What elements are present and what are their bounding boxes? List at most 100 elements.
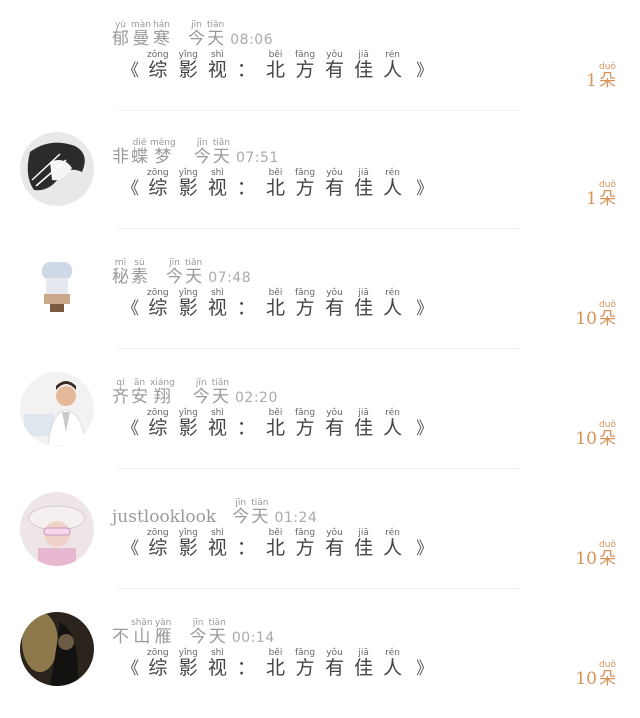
name-char: 不 xyxy=(112,627,129,647)
title-char: zōng 综 xyxy=(147,408,169,439)
title-char: ： xyxy=(236,537,256,559)
title-char: zōng 综 xyxy=(147,168,169,199)
title-char: yǒu 有 xyxy=(325,50,345,81)
title-char: shì 视 xyxy=(207,168,227,199)
title-char: fāng 方 xyxy=(294,408,316,439)
user-name[interactable]: mì 秘 sù 素 xyxy=(112,258,150,286)
title-open-bracket: 《 xyxy=(122,299,139,319)
work-title[interactable]: 《 zōng 综 yǐng 影 shì 视 ： běi 北 fāng 方 yǒu 有 jiā 佳 rén 人》 xyxy=(118,288,437,318)
flower-count: 1 duǒ 朵 xyxy=(586,180,618,208)
title-char: fāng 方 xyxy=(294,50,316,81)
count-unit: duǒ 朵 xyxy=(599,420,616,449)
time-text: 07:48 xyxy=(208,270,252,286)
title-char: běi 北 xyxy=(265,168,285,199)
timestamp: jīn 今 tiān 天 02:20 xyxy=(193,378,278,406)
title-char: jiā 佳 xyxy=(354,168,374,199)
title-open-bracket: 《 xyxy=(122,419,139,439)
title-char: běi 北 xyxy=(265,50,285,81)
count-unit: duǒ 朵 xyxy=(599,180,616,209)
time-prefix-char: jīn 今 xyxy=(166,258,183,287)
title-char: ： xyxy=(236,657,256,679)
title-close-bracket: 》 xyxy=(416,539,434,559)
title-char: zōng 综 xyxy=(147,528,169,559)
title-close-bracket: 》 xyxy=(416,179,434,199)
gift-row[interactable]: mì 秘 sù 素 jīn 今 tiān 天 07:48 《 zōng 综 yǐng 影 shì 视 ： běi 北… xyxy=(0,238,640,358)
title-char: yǐng 影 xyxy=(178,168,198,199)
title-char: zōng 综 xyxy=(147,288,169,319)
avatar[interactable] xyxy=(20,14,94,88)
title-char: ： xyxy=(236,59,256,81)
gift-row[interactable]: yù 郁 màn 曼 hán 寒 jīn 今 tiān 天 08:06 《 zōng 综 yǐng 影 shì 视… xyxy=(0,0,640,120)
title-char: yǒu 有 xyxy=(325,288,345,319)
count-unit: duǒ 朵 xyxy=(599,62,616,91)
work-title[interactable]: 《 zōng 综 yǐng 影 shì 视 ： běi 北 fāng 方 yǒu 有 jiā 佳 rén 人》 xyxy=(118,168,437,198)
count-unit: duǒ 朵 xyxy=(599,540,616,569)
title-char: rén 人 xyxy=(383,648,403,679)
title-char: zōng 综 xyxy=(147,648,169,679)
title-char: yǐng 影 xyxy=(178,648,198,679)
title-close-bracket: 》 xyxy=(416,299,434,319)
title-open-bracket: 《 xyxy=(122,61,139,81)
title-char: zōng 综 xyxy=(147,50,169,81)
name-char: mèng 梦 xyxy=(150,138,176,167)
timestamp: jīn 今 tiān 天 07:48 xyxy=(166,258,251,286)
user-name[interactable]: justlooklook xyxy=(112,508,216,526)
gift-row[interactable]: 不 shān 山 yàn 雁 jīn 今 tiān 天 00:14 《 zōng 综 yǐng 影 shì 视 ：… xyxy=(0,598,640,718)
title-char: shì 视 xyxy=(207,648,227,679)
time-prefix-char: jīn 今 xyxy=(188,20,205,49)
title-close-bracket: 》 xyxy=(416,659,434,679)
time-prefix-char: jīn 今 xyxy=(232,498,250,527)
avatar[interactable] xyxy=(20,612,94,686)
gift-row[interactable]: qí 齐 ān 安 xiáng 翔 jīn 今 tiān 天 02:20 《 zōng 综 yǐng 影 shì… xyxy=(0,358,640,478)
gift-row[interactable]: 非 dié 蝶 mèng 梦 jīn 今 tiān 天 07:51 《 zōng 综 yǐng 影 shì 视 ：… xyxy=(0,118,640,238)
title-char: běi 北 xyxy=(265,408,285,439)
avatar[interactable] xyxy=(20,492,94,566)
count-unit: duǒ 朵 xyxy=(599,660,616,689)
flower-count: 10 duǒ 朵 xyxy=(575,540,618,568)
time-text: 02:20 xyxy=(235,390,278,406)
title-char: ： xyxy=(236,177,256,199)
user-name[interactable]: 非 dié 蝶 mèng 梦 xyxy=(112,138,178,166)
name-char: sù 素 xyxy=(131,258,148,287)
user-line: justlooklook jīn 今 tiān 天 01:24 xyxy=(112,498,317,526)
name-char: shān 山 xyxy=(131,618,153,647)
title-char: shì 视 xyxy=(207,50,227,81)
title-char: běi 北 xyxy=(265,648,285,679)
work-title[interactable]: 《 zōng 综 yǐng 影 shì 视 ： běi 北 fāng 方 yǒu 有 jiā 佳 rén 人》 xyxy=(118,408,437,438)
work-title[interactable]: 《 zōng 综 yǐng 影 shì 视 ： běi 北 fāng 方 yǒu 有 jiā 佳 rén 人》 xyxy=(118,50,437,80)
title-close-bracket: 》 xyxy=(416,419,434,439)
time-prefix-char: tiān 天 xyxy=(208,618,226,647)
time-prefix-char: tiān 天 xyxy=(212,138,230,167)
time-prefix-char: tiān 天 xyxy=(211,378,230,407)
title-char: ： xyxy=(236,297,256,319)
flower-count: 10 duǒ 朵 xyxy=(575,300,618,328)
name-char: mì 秘 xyxy=(112,258,129,287)
name-char: 非 xyxy=(112,147,129,167)
user-name[interactable]: yù 郁 màn 曼 hán 寒 xyxy=(112,20,172,48)
timestamp: jīn 今 tiān 天 08:06 xyxy=(188,20,273,48)
title-char: jiā 佳 xyxy=(354,50,374,81)
timestamp: jīn 今 tiān 天 07:51 xyxy=(194,138,279,166)
user-name[interactable]: 不 shān 山 yàn 雁 xyxy=(112,618,174,646)
title-char: yǒu 有 xyxy=(325,408,345,439)
user-line: 不 shān 山 yàn 雁 jīn 今 tiān 天 00:14 xyxy=(112,618,275,646)
row-divider xyxy=(118,468,518,469)
name-char: yàn 雁 xyxy=(154,618,172,647)
time-prefix-char: tiān 天 xyxy=(251,498,269,527)
work-title[interactable]: 《 zōng 综 yǐng 影 shì 视 ： běi 北 fāng 方 yǒu 有 jiā 佳 rén 人》 xyxy=(118,528,437,558)
title-char: rén 人 xyxy=(383,408,403,439)
title-open-bracket: 《 xyxy=(122,539,139,559)
count-number: 10 xyxy=(575,669,597,689)
row-divider xyxy=(118,110,518,111)
title-char: jiā 佳 xyxy=(354,408,374,439)
work-title[interactable]: 《 zōng 综 yǐng 影 shì 视 ： běi 北 fāng 方 yǒu 有 jiā 佳 rén 人》 xyxy=(118,648,437,678)
user-name[interactable]: qí 齐 ān 安 xiáng 翔 xyxy=(112,378,177,406)
avatar[interactable] xyxy=(20,252,94,326)
flower-count: 1 duǒ 朵 xyxy=(586,62,618,90)
avatar[interactable] xyxy=(20,372,94,446)
gift-row[interactable]: justlooklook jīn 今 tiān 天 01:24 《 zōng 综 yǐng 影 shì… xyxy=(0,478,640,598)
time-prefix-char: jīn 今 xyxy=(189,618,207,647)
avatar[interactable] xyxy=(20,132,94,206)
count-number: 10 xyxy=(575,309,597,329)
title-char: yǒu 有 xyxy=(325,528,345,559)
